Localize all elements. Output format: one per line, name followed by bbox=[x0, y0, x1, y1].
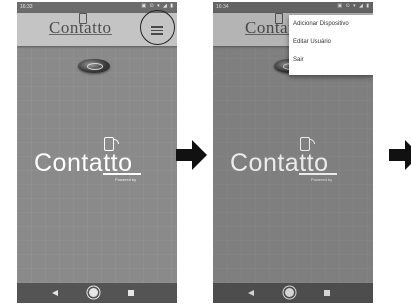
nav-bar bbox=[17, 283, 177, 303]
powered-by-text: Powered by bbox=[115, 177, 137, 182]
menu-item-edit-user[interactable]: Editar Usuário bbox=[289, 33, 373, 51]
arrow-right-icon bbox=[389, 140, 411, 170]
phone-screen-1: 16:33 ▣ ⊙ ▾ ◢ ▮ Contatto Contatto Powere… bbox=[17, 2, 177, 303]
brand-emblem-icon bbox=[78, 59, 110, 73]
home-icon[interactable] bbox=[89, 288, 98, 297]
overflow-menu: Adicionar Dispositivo Editar Usuário Sai… bbox=[289, 15, 373, 75]
status-time: 16:33 bbox=[20, 4, 33, 10]
highlight-circle bbox=[140, 10, 175, 45]
logo-underline bbox=[103, 173, 141, 175]
back-icon[interactable] bbox=[52, 290, 58, 296]
status-icons: ▣ ⊙ ▾ ◢ ▮ bbox=[141, 3, 174, 9]
phone-screen-2: 16:34 ▣ ⊙ ▾ ◢ ▮ Contatto Contatto Powere… bbox=[213, 2, 373, 303]
app-bar-logo: Contatto bbox=[49, 18, 112, 37]
arrow-right-icon bbox=[176, 140, 208, 170]
menu-item-logout[interactable]: Sair bbox=[289, 51, 373, 69]
menu-item-add-device[interactable]: Adicionar Dispositivo bbox=[289, 15, 373, 33]
recent-apps-icon[interactable] bbox=[128, 290, 134, 296]
